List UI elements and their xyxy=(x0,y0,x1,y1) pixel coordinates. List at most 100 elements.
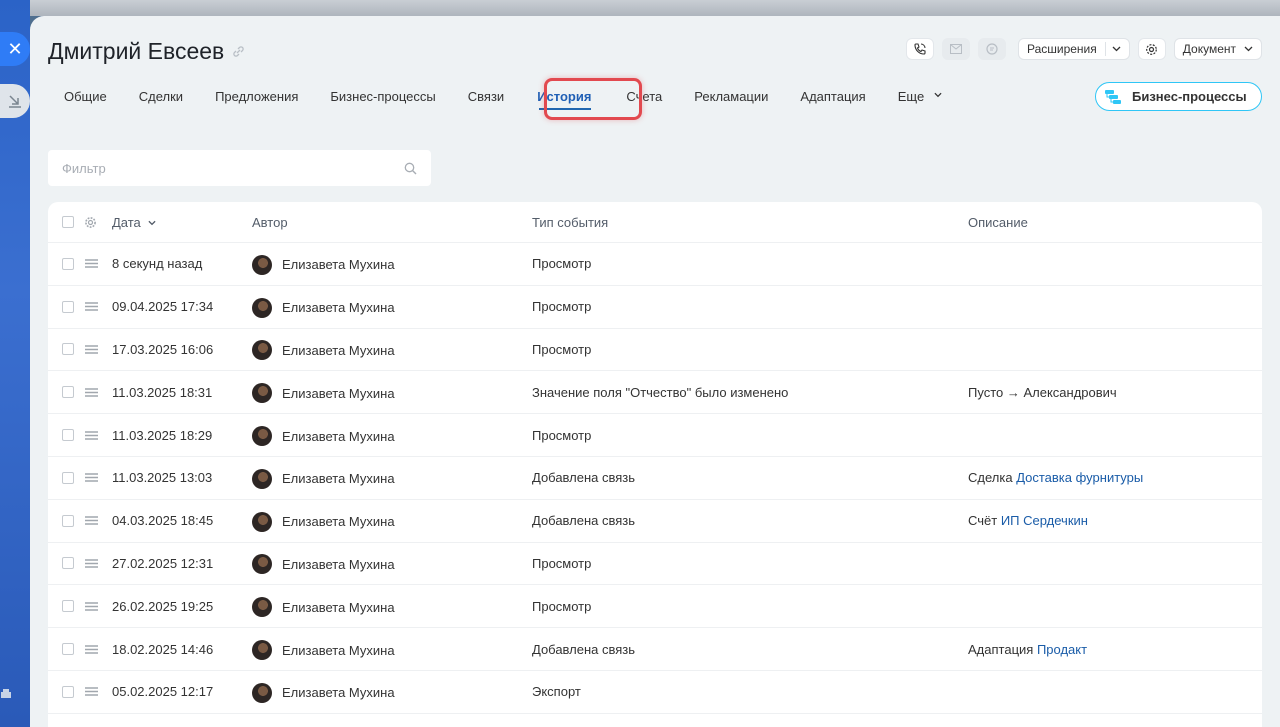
row-author[interactable]: Елизавета Мухина xyxy=(252,424,395,447)
column-date[interactable]: Дата xyxy=(112,214,157,230)
row-author-name: Елизавета Мухина xyxy=(282,685,395,701)
row-author[interactable]: Елизавета Мухина xyxy=(252,510,395,532)
row-checkbox[interactable] xyxy=(62,471,74,484)
tab-deals[interactable]: Сделки xyxy=(123,82,199,112)
table-row[interactable]: 04.03.2025 18:45 Елизавета Мухина Добавл… xyxy=(48,500,1262,543)
call-button[interactable] xyxy=(905,38,934,60)
column-author[interactable]: Автор xyxy=(252,215,288,230)
row-author-name: Елизавета Мухина xyxy=(282,300,395,316)
row-date: 17.03.2025 16:06 xyxy=(112,341,214,357)
row-author-name: Елизавета Мухина xyxy=(282,342,395,358)
email-button[interactable] xyxy=(941,38,970,60)
row-checkbox[interactable] xyxy=(62,300,74,313)
row-checkbox[interactable] xyxy=(62,557,74,570)
document-dropdown[interactable]: Документ xyxy=(1173,38,1262,60)
drag-handle-icon[interactable] xyxy=(85,602,98,611)
table-row[interactable]: 11.03.2025 18:29 Елизавета Мухина Просмо… xyxy=(48,414,1262,457)
row-checkbox[interactable] xyxy=(62,514,74,527)
tab-general[interactable]: Общие xyxy=(48,82,123,112)
contact-name: Дмитрий Евсеев xyxy=(48,38,225,64)
drag-handle-icon[interactable] xyxy=(85,559,98,568)
extensions-dropdown[interactable]: Расширения xyxy=(1017,38,1130,60)
row-author[interactable]: Елизавета Мухина xyxy=(252,595,395,618)
row-event-type: Просмотр xyxy=(532,555,592,571)
row-description-text: Пусто → Александрович xyxy=(968,384,1117,400)
business-processes-button[interactable]: Бизнес-процессы xyxy=(1095,82,1262,111)
printer-icon[interactable] xyxy=(0,688,12,702)
row-date: 8 секунд назад xyxy=(112,256,203,272)
table-row[interactable]: 17.03.2025 16:06 Елизавета Мухина Просмо… xyxy=(48,329,1262,372)
row-author[interactable]: Елизавета Мухина xyxy=(252,638,395,661)
tab-more[interactable]: Еще xyxy=(882,82,958,112)
column-description[interactable]: Описание xyxy=(968,215,1028,230)
avatar xyxy=(252,597,272,618)
tab-claims[interactable]: Рекламации xyxy=(678,82,784,112)
row-author[interactable]: Елизавета Мухина xyxy=(252,681,395,703)
table-row[interactable]: 05.02.2025 12:17 Елизавета Мухина Экспор… xyxy=(48,671,1262,714)
table-row[interactable]: 11.03.2025 13:03 Елизавета Мухина Добавл… xyxy=(48,457,1262,500)
table-row[interactable]: 27.02.2025 12:31 Елизавета Мухина Просмо… xyxy=(48,543,1262,586)
select-all-checkbox[interactable] xyxy=(62,216,74,228)
row-author[interactable]: Елизавета Мухина xyxy=(252,296,395,318)
row-author-name: Елизавета Мухина xyxy=(282,514,395,530)
row-description: Адаптация Продакт xyxy=(968,642,1087,657)
drag-handle-icon[interactable] xyxy=(85,687,98,697)
row-description-link[interactable]: Продакт xyxy=(1037,642,1087,657)
row-description-text: Сделка xyxy=(968,470,1017,486)
row-checkbox[interactable] xyxy=(62,429,74,442)
row-checkbox[interactable] xyxy=(62,343,74,356)
history-grid: Дата Автор Тип события Описание 8 секунд… xyxy=(48,202,1262,727)
tab-business-processes[interactable]: Бизнес-процессы xyxy=(314,82,451,112)
page-title: Дмитрий Евсеев xyxy=(48,38,245,65)
drag-handle-icon[interactable] xyxy=(85,473,98,483)
settings-button[interactable] xyxy=(1137,38,1166,60)
tab-offers[interactable]: Предложения xyxy=(199,82,314,112)
close-icon: ✕ xyxy=(7,38,23,59)
row-checkbox[interactable] xyxy=(62,257,74,270)
chat-button[interactable] xyxy=(977,38,1006,60)
grid-body: 8 секунд назад Елизавета Мухина Просмотр… xyxy=(48,243,1262,714)
row-author[interactable]: Елизавета Мухина xyxy=(252,253,395,275)
row-date: 26.02.2025 19:25 xyxy=(112,598,214,614)
search-icon[interactable] xyxy=(404,162,417,175)
row-author-name: Елизавета Мухина xyxy=(282,556,395,572)
filter-input[interactable]: Фильтр xyxy=(48,150,431,186)
drag-handle-icon[interactable] xyxy=(85,345,98,354)
drag-handle-icon[interactable] xyxy=(85,430,98,440)
row-event-type: Просмотр xyxy=(532,299,592,315)
row-author[interactable]: Елизавета Мухина xyxy=(252,467,395,489)
row-author[interactable]: Елизавета Мухина xyxy=(252,338,395,361)
gear-icon xyxy=(1146,43,1158,55)
column-type[interactable]: Тип события xyxy=(532,215,608,230)
tab-adaptation[interactable]: Адаптация xyxy=(784,82,881,112)
avatar xyxy=(252,254,272,275)
row-checkbox[interactable] xyxy=(62,685,74,698)
drag-handle-icon[interactable] xyxy=(85,644,98,654)
document-label: Документ xyxy=(1182,42,1236,56)
row-description-link[interactable]: Доставка фурнитуры xyxy=(1016,470,1143,485)
row-author[interactable]: Елизавета Мухина xyxy=(252,381,395,404)
row-checkbox[interactable] xyxy=(62,386,74,399)
tab-links[interactable]: Связи xyxy=(452,82,520,112)
business-processes-label: Бизнес-процессы xyxy=(1132,89,1247,104)
drag-handle-icon[interactable] xyxy=(85,516,98,525)
column-date-label: Дата xyxy=(112,214,141,230)
row-event-type: Просмотр xyxy=(532,598,592,614)
row-date: 18.02.2025 14:46 xyxy=(112,641,214,657)
table-row[interactable]: 26.02.2025 19:25 Елизавета Мухина Просмо… xyxy=(48,585,1262,629)
table-row[interactable]: 8 секунд назад Елизавета Мухина Просмотр xyxy=(48,243,1262,286)
table-row[interactable]: 11.03.2025 18:31 Елизавета Мухина Значен… xyxy=(48,371,1262,415)
drag-handle-icon[interactable] xyxy=(85,388,98,397)
drag-handle-icon[interactable] xyxy=(85,259,98,269)
row-description-link[interactable]: ИП Сердечкин xyxy=(1001,513,1088,528)
table-row[interactable]: 18.02.2025 14:46 Елизавета Мухина Добавл… xyxy=(48,628,1262,671)
gear-icon[interactable] xyxy=(84,216,97,229)
row-checkbox[interactable] xyxy=(62,600,74,613)
drag-handle-icon[interactable] xyxy=(85,302,98,311)
table-row[interactable]: 09.04.2025 17:34 Елизавета Мухина Просмо… xyxy=(48,286,1262,329)
copy-link-icon[interactable] xyxy=(232,45,245,58)
row-author[interactable]: Елизавета Мухина xyxy=(252,552,395,575)
row-date: 11.03.2025 18:29 xyxy=(112,427,213,443)
row-checkbox[interactable] xyxy=(62,643,74,656)
avatar xyxy=(252,340,272,361)
